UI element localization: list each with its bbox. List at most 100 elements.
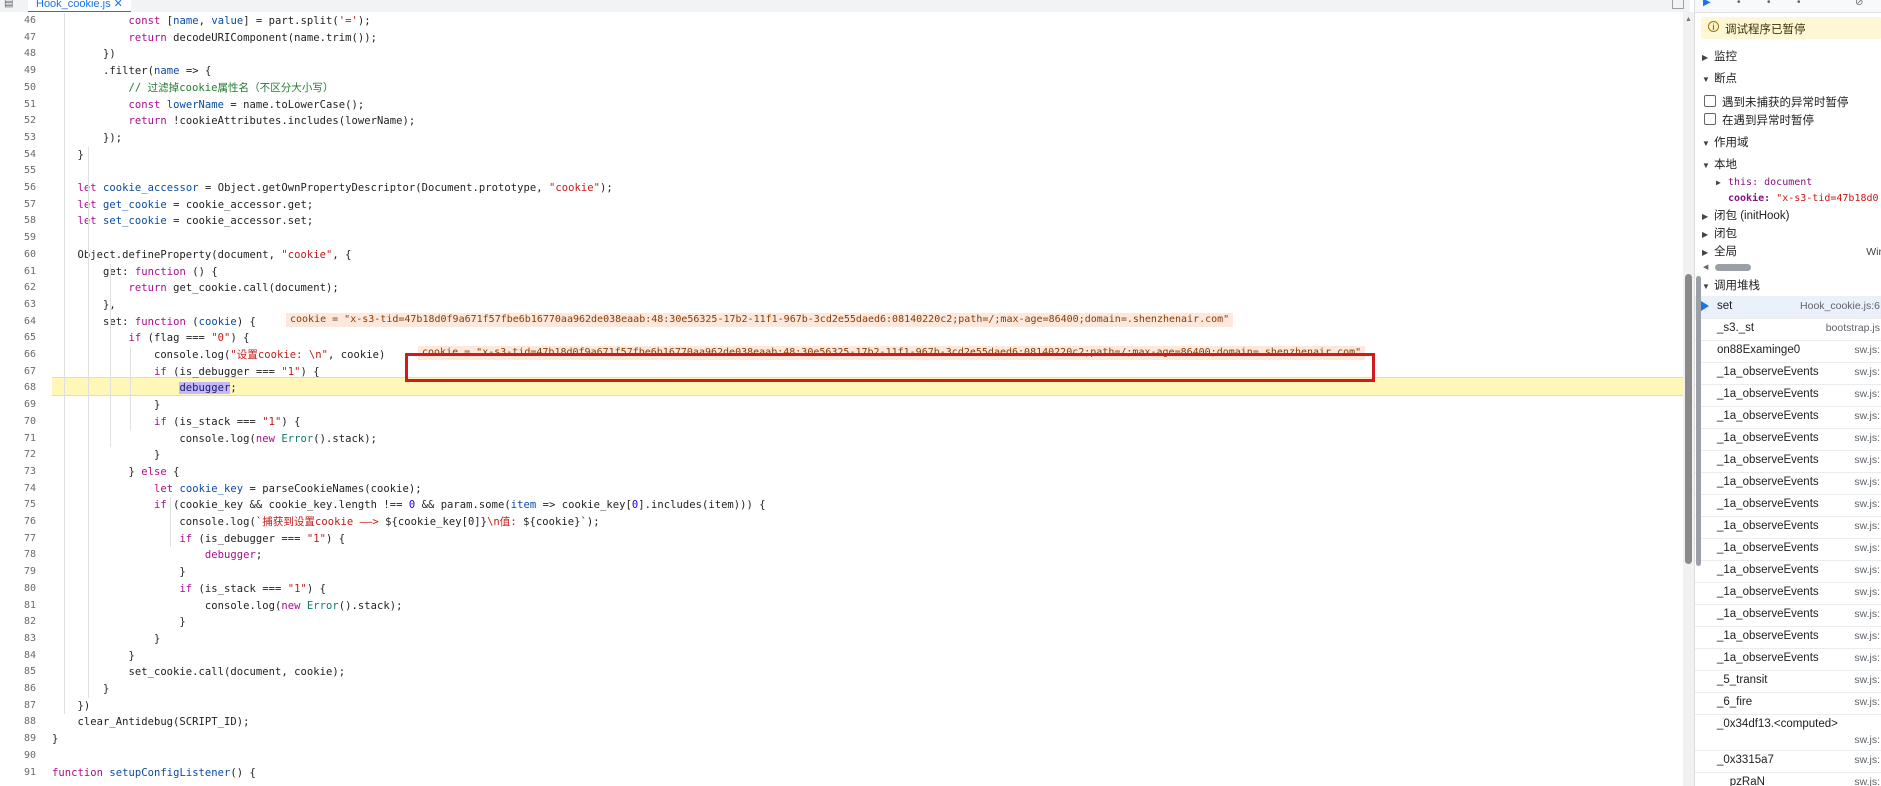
call-frame[interactable]: _6_fire sw.js: (1695, 692, 1881, 715)
line-number[interactable]: 89 (0, 731, 36, 748)
scope-scroll-thumb[interactable] (1715, 264, 1751, 271)
pause-uncaught-checkbox[interactable]: 遇到未捕获的异常时暂停 (1704, 94, 1881, 112)
scope-cookie-row[interactable]: cookie: "x-s3-tid=47b18d0 (1728, 190, 1881, 208)
line-number[interactable]: 54 (0, 147, 36, 164)
editor-vertical-scrollbar[interactable]: ▲ (1683, 12, 1694, 786)
call-frame[interactable]: _1a_observeEvents sw.js: (1695, 384, 1881, 407)
checkbox-box[interactable] (1704, 113, 1716, 125)
line-number[interactable]: 61 (0, 264, 36, 281)
scroll-left-icon[interactable]: ◀ (1703, 263, 1708, 271)
line-number[interactable]: 46 (0, 13, 36, 30)
step-over-icon[interactable]: • (1737, 0, 1741, 8)
line-number[interactable]: 84 (0, 648, 36, 665)
call-frame[interactable]: _1a_observeEvents sw.js: (1695, 582, 1881, 605)
call-frame[interactable]: _1a_observeEvents sw.js: (1695, 472, 1881, 495)
line-number[interactable]: 52 (0, 113, 36, 130)
call-frame-location[interactable]: sw.js: (1854, 520, 1880, 532)
scope-closure-inithook[interactable]: ▶ 闭包 (initHook) (1695, 207, 1881, 225)
call-frame-location[interactable]: sw.js: (1854, 608, 1880, 620)
call-frame[interactable]: _1a_observeEvents sw.js: (1695, 604, 1881, 627)
line-number[interactable]: 68 (0, 380, 36, 397)
line-number[interactable]: 67 (0, 364, 36, 381)
line-number[interactable]: 57 (0, 197, 36, 214)
call-frame-location[interactable]: sw.js: (1854, 454, 1880, 466)
call-frame-location[interactable]: sw.js: (1854, 476, 1880, 488)
line-number[interactable]: 71 (0, 431, 36, 448)
call-frame-location[interactable]: sw.js: (1854, 586, 1880, 598)
scope-global[interactable]: ▶ 全局 Wir (1695, 243, 1881, 261)
call-frame-location[interactable]: sw.js: (1854, 344, 1880, 356)
line-number[interactable]: 85 (0, 664, 36, 681)
call-frame-location[interactable]: sw.js: (1854, 754, 1880, 766)
step-out-icon[interactable]: • (1797, 0, 1801, 8)
call-frame-location[interactable]: sw.js: (1854, 410, 1880, 422)
call-frame[interactable]: _1a_observeEvents sw.js: (1695, 450, 1881, 473)
call-frame-location[interactable]: bootstrap.js (1826, 322, 1880, 334)
line-number[interactable]: 63 (0, 297, 36, 314)
line-number[interactable]: 91 (0, 765, 36, 782)
line-number[interactable]: 55 (0, 163, 36, 180)
line-number[interactable]: 76 (0, 514, 36, 531)
call-frame-location[interactable]: sw.js: (1854, 674, 1880, 686)
line-number[interactable]: 69 (0, 397, 36, 414)
call-frame[interactable]: _1a_observeEvents sw.js: (1695, 560, 1881, 583)
call-frame[interactable]: set Hook_cookie.js:6 (1695, 296, 1881, 319)
call-frame-location[interactable]: sw.js: (1854, 696, 1880, 708)
editor-scroll-thumb[interactable] (1685, 274, 1692, 564)
line-number[interactable]: 82 (0, 614, 36, 631)
call-frame[interactable]: _1a_observeEvents sw.js: (1695, 362, 1881, 385)
call-frame[interactable]: _0x34df13.<computed> sw.js: (1695, 714, 1881, 751)
call-frame[interactable]: on88Examinge0 sw.js: (1695, 340, 1881, 363)
section-scope[interactable]: ▼ 作用域 (1695, 134, 1881, 152)
sidebar-toggle-icon[interactable]: ▤ (4, 0, 16, 10)
line-number[interactable]: 81 (0, 598, 36, 615)
close-icon[interactable]: ✕ (114, 0, 123, 10)
line-number[interactable]: 70 (0, 414, 36, 431)
line-number[interactable]: 87 (0, 698, 36, 715)
call-frame-location[interactable]: sw.js: (1854, 652, 1880, 664)
call-frame-location[interactable]: sw.js: (1854, 542, 1880, 554)
call-frame[interactable]: _1a_observeEvents sw.js: (1695, 538, 1881, 561)
sidebar-scroll-thumb[interactable] (1696, 276, 1701, 566)
line-number[interactable]: 60 (0, 247, 36, 264)
line-number[interactable]: 64 (0, 314, 36, 331)
line-number[interactable]: 62 (0, 280, 36, 297)
line-number[interactable]: 79 (0, 564, 36, 581)
line-number[interactable]: 65 (0, 330, 36, 347)
line-number[interactable]: 58 (0, 213, 36, 230)
line-number[interactable]: 90 (0, 748, 36, 765)
call-frame-location[interactable]: sw.js: (1854, 776, 1880, 786)
checkbox-box[interactable] (1704, 95, 1716, 107)
line-number[interactable]: 56 (0, 180, 36, 197)
call-frame[interactable]: _s3._st bootstrap.js (1695, 318, 1881, 341)
line-number[interactable]: 77 (0, 531, 36, 548)
line-number[interactable]: 73 (0, 464, 36, 481)
deactivate-breakpoints-icon[interactable]: ⊘ (1855, 0, 1863, 8)
line-number[interactable]: 83 (0, 631, 36, 648)
call-frame[interactable]: _1a_observeEvents sw.js: (1695, 516, 1881, 539)
scroll-up-icon[interactable]: ▲ (1685, 16, 1692, 23)
scope-horizontal-scrollbar[interactable]: ◀ (1703, 263, 1873, 272)
line-number[interactable]: 86 (0, 681, 36, 698)
call-frame-location[interactable]: sw.js: (1854, 432, 1880, 444)
section-breakpoints[interactable]: ▼ 断点 (1695, 70, 1881, 88)
code-editor[interactable]: 46 const [name, value] = part.split('=')… (0, 12, 1683, 786)
scope-closure[interactable]: ▶ 闭包 (1695, 225, 1881, 243)
line-number[interactable]: 59 (0, 230, 36, 247)
line-number[interactable]: 51 (0, 97, 36, 114)
scope-local[interactable]: ▼ 本地 (1695, 156, 1881, 174)
call-frame-location[interactable]: sw.js: (1854, 734, 1880, 746)
call-frame-location[interactable]: sw.js: (1854, 630, 1880, 642)
line-number[interactable]: 88 (0, 714, 36, 731)
call-frame-location[interactable]: sw.js: (1854, 388, 1880, 400)
panel-layout-icon[interactable] (1672, 0, 1684, 9)
resume-icon[interactable]: ▶ (1703, 0, 1711, 8)
call-frame[interactable]: _5_transit sw.js: (1695, 670, 1881, 693)
call-frame-location[interactable]: sw.js: (1854, 564, 1880, 576)
line-number[interactable]: 80 (0, 581, 36, 598)
line-number[interactable]: 72 (0, 447, 36, 464)
line-number[interactable]: 47 (0, 30, 36, 47)
line-number[interactable]: 50 (0, 80, 36, 97)
line-number[interactable]: 66 (0, 347, 36, 364)
line-number[interactable]: 48 (0, 46, 36, 63)
